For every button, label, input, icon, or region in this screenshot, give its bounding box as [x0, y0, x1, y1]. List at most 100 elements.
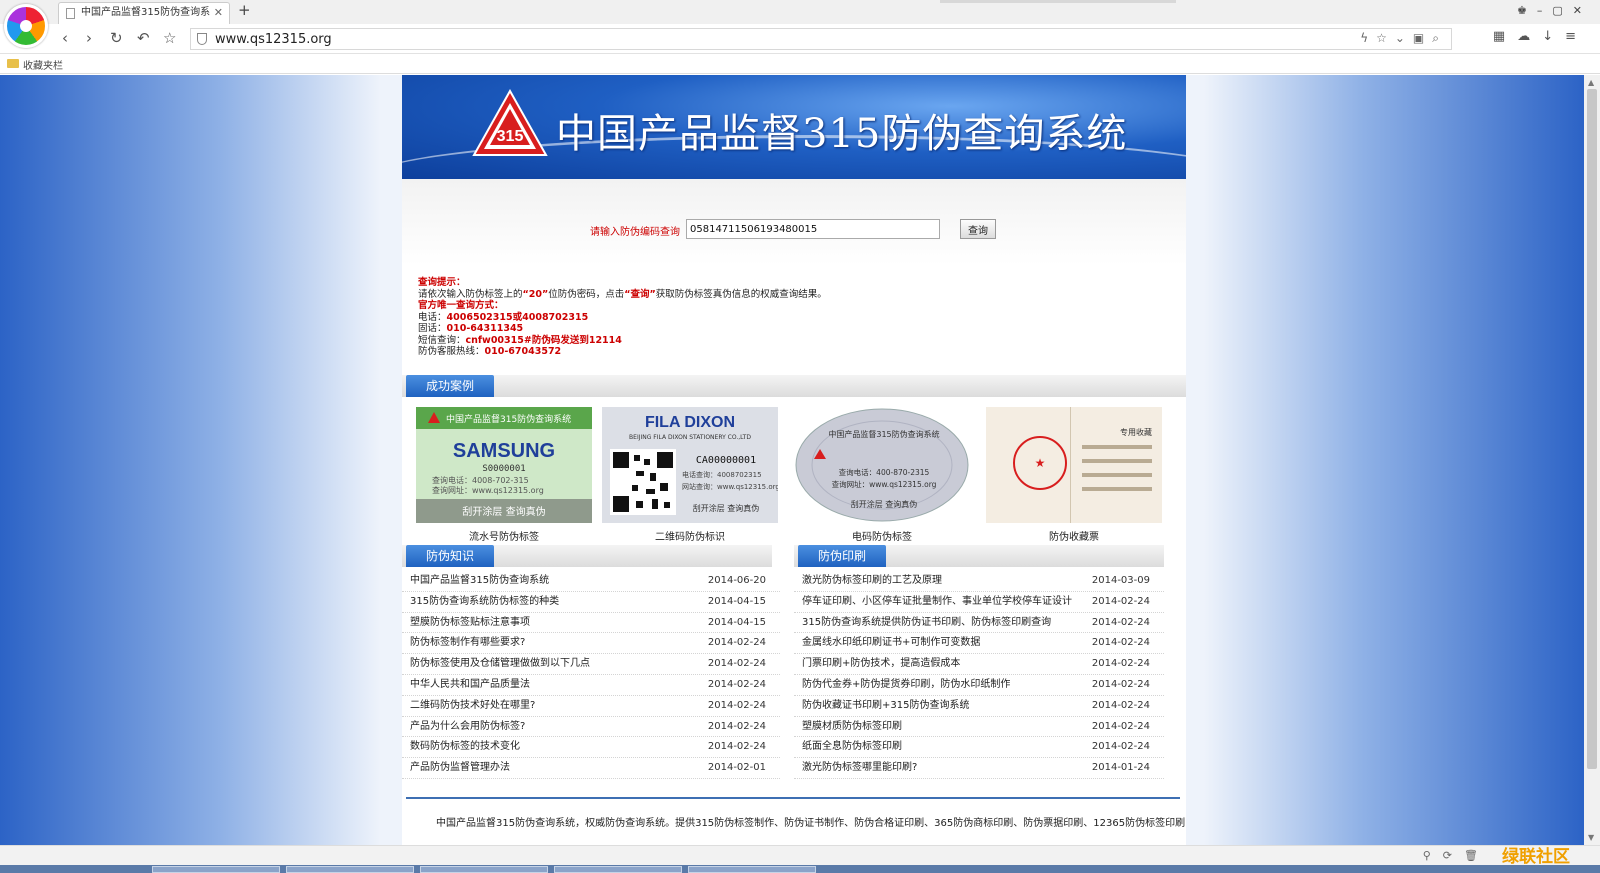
taskbar-button[interactable]: [152, 866, 280, 873]
svg-text:★: ★: [1035, 456, 1046, 470]
official-heading: 官方唯一查询方式：: [418, 300, 504, 311]
tab-anti-counterfeit-knowledge[interactable]: 防伪知识: [406, 545, 494, 567]
list-item[interactable]: 纸面全息防伪标签印刷 2014-02-24: [794, 737, 1164, 759]
case-image-qrcode[interactable]: FILA DIXON BEIJING FILA DIXON STATIONERY…: [602, 407, 778, 523]
tab-anti-counterfeit-printing[interactable]: 防伪印刷: [798, 545, 886, 567]
site-banner: 315 中国产品监督315防伪查询系统: [402, 75, 1186, 179]
case-image-collection[interactable]: ★ 专用收藏: [986, 407, 1162, 523]
svg-text:刮开涂层 查询真伪: 刮开涂层 查询真伪: [462, 505, 545, 518]
os-taskbar: [0, 865, 1600, 873]
list-item[interactable]: 315防伪查询系统提供防伪证书印刷、防伪标签印刷查询 2014-02-24: [794, 613, 1164, 634]
case-image-serial[interactable]: 中国产品监督315防伪查询系统 SAMSUNG S0000001 查询电话：40…: [416, 407, 592, 523]
svg-text:刮开涂层 查询真伪: 刮开涂层 查询真伪: [851, 499, 918, 509]
knowledge-column: 防伪知识 中国产品监督315防伪查询系统 2014-06-20 315防伪查询系统…: [402, 545, 780, 793]
titlebar-highlight: [940, 0, 1176, 3]
address-actions-icons[interactable]: ϟ☆⌄▣⌕: [1360, 31, 1447, 46]
list-item[interactable]: 激光防伪标签哪里能印刷? 2014-01-24: [794, 758, 1164, 779]
fax-line: 固话：010-64311345: [418, 323, 524, 334]
list-item[interactable]: 中华人民共和国产品质量法 2014-02-24: [402, 675, 780, 696]
cases-section-bar: 成功案例: [402, 375, 1186, 397]
shield-icon: [197, 33, 207, 45]
taskbar-button[interactable]: [420, 866, 548, 873]
case-label[interactable]: 电码防伪标签: [794, 528, 970, 543]
status-icons[interactable]: ⚲⟳🗑: [1423, 849, 1490, 862]
search-button[interactable]: 查询: [960, 219, 996, 239]
list-item[interactable]: 塑膜材质防伪标签印刷 2014-02-24: [794, 717, 1164, 738]
svg-text:查询电话：400-870-2315: 查询电话：400-870-2315: [839, 467, 930, 477]
list-item[interactable]: 塑膜防伪标签贴标注意事项 2014-04-15: [402, 613, 780, 634]
list-item[interactable]: 中国产品监督315防伪查询系统 2014-06-20: [402, 571, 780, 592]
knowledge-section-bar: 防伪知识: [402, 545, 772, 567]
svg-text:查询网址：www.qs12315.org: 查询网址：www.qs12315.org: [432, 485, 544, 495]
browser-tab[interactable]: 中国产品监督315防伪查询系 ✕: [58, 2, 230, 24]
list-item[interactable]: 激光防伪标签印刷的工艺及原理 2014-03-09: [794, 571, 1164, 592]
footer-divider: [406, 797, 1180, 799]
back-icon[interactable]: ‹: [62, 29, 68, 47]
list-item[interactable]: 产品为什么会用防伪标签? 2014-02-24: [402, 717, 780, 738]
watermark-text: 绿联社区: [1502, 847, 1570, 867]
list-item[interactable]: 数码防伪标签的技术变化 2014-02-24: [402, 737, 780, 759]
success-cases: 中国产品监督315防伪查询系统 SAMSUNG S0000001 查询电话：40…: [402, 405, 1186, 545]
forward-icon[interactable]: ›: [86, 29, 92, 47]
svg-text:专用收藏: 专用收藏: [1120, 427, 1152, 437]
page-icon: [66, 8, 75, 19]
sms-line: 短信查询：cnfw00315#防伪码发送到12114: [418, 334, 622, 346]
bookmark-bar: 收藏夹栏: [0, 54, 1600, 74]
svg-text:中国产品监督315防伪查询系统: 中国产品监督315防伪查询系统: [828, 429, 939, 439]
taskbar-button[interactable]: [554, 866, 682, 873]
url-text[interactable]: www.qs12315.org: [215, 32, 332, 47]
list-item[interactable]: 门票印刷+防伪技术，提高造假成本 2014-02-24: [794, 654, 1164, 675]
case-serial-label[interactable]: 中国产品监督315防伪查询系统 SAMSUNG S0000001 查询电话：40…: [416, 407, 592, 543]
svg-text:S0000001: S0000001: [482, 464, 525, 474]
svg-text:CA00000001: CA00000001: [696, 455, 756, 466]
list-item[interactable]: 产品防伪监督管理办法 2014-02-01: [402, 758, 780, 779]
printing-section-bar: 防伪印刷: [794, 545, 1164, 567]
site-logo-icon: 315: [472, 89, 548, 156]
list-item[interactable]: 金属线水印纸印刷证书+可制作可变数据 2014-02-24: [794, 633, 1164, 655]
browser-logo-icon[interactable]: [4, 4, 48, 48]
case-qrcode-label[interactable]: FILA DIXON BEIJING FILA DIXON STATIONERY…: [602, 407, 778, 543]
list-item[interactable]: 二维码防伪技术好处在哪里? 2014-02-24: [402, 696, 780, 717]
case-collection-ticket[interactable]: ★ 专用收藏 防伪收藏票: [986, 407, 1162, 543]
code-search-input[interactable]: [686, 219, 940, 239]
window-controls[interactable]: ♚–▢✕: [1517, 4, 1592, 17]
svg-text:中国产品监督315防伪查询系统: 中国产品监督315防伪查询系统: [446, 413, 571, 425]
svg-text:查询电话：4008-702-315: 查询电话：4008-702-315: [432, 475, 529, 485]
svg-text:刮开涂层 查询真伪: 刮开涂层 查询真伪: [693, 503, 760, 513]
undo-icon[interactable]: ↶: [137, 29, 150, 47]
site-logo-text: 315: [497, 128, 524, 145]
printing-column: 防伪印刷 激光防伪标签印刷的工艺及原理 2014-03-09 停车证印刷、小区停车…: [794, 545, 1172, 793]
scroll-down-icon[interactable]: ▼: [1588, 833, 1594, 842]
case-label[interactable]: 二维码防伪标识: [602, 528, 778, 543]
svg-text:FILA DIXON: FILA DIXON: [645, 414, 735, 431]
scroll-up-icon[interactable]: ▲: [1588, 78, 1594, 87]
case-label[interactable]: 防伪收藏票: [986, 528, 1162, 543]
address-bar[interactable]: www.qs12315.org ϟ☆⌄▣⌕: [190, 28, 1452, 50]
list-item[interactable]: 防伪代金券+防伪提货券印刷，防伪水印纸制作 2014-02-24: [794, 675, 1164, 696]
list-item[interactable]: 防伪收藏证书印刷+315防伪查询系统 2014-02-24: [794, 696, 1164, 717]
tab-success-cases[interactable]: 成功案例: [406, 375, 494, 397]
close-icon[interactable]: ✕: [214, 3, 223, 23]
scroll-thumb[interactable]: [1587, 89, 1597, 769]
bookmark-folder[interactable]: 收藏夹栏: [23, 57, 63, 72]
star-icon[interactable]: ☆: [163, 29, 176, 47]
case-telcode-label[interactable]: 中国产品监督315防伪查询系统 查询电话：400-870-2315 查询网址：w…: [794, 407, 970, 543]
taskbar-button[interactable]: [286, 866, 414, 873]
tips-instruction: 请依次输入防伪标签上的“20”位防伪密码，点击“查询”获取防伪标签真伪信息的权威…: [418, 288, 827, 300]
case-image-telcode[interactable]: 中国产品监督315防伪查询系统 查询电话：400-870-2315 查询网址：w…: [794, 407, 970, 523]
page-container: 315 中国产品监督315防伪查询系统 请输入防伪编码查询 查询 查询提示： 请…: [402, 75, 1186, 845]
taskbar-button[interactable]: [688, 866, 816, 873]
tab-title: 中国产品监督315防伪查询系: [81, 7, 211, 18]
svg-text:电话查询：4008702315: 电话查询：4008702315: [682, 470, 762, 479]
toolbar-extension-icons[interactable]: ▦☁↓≡: [1493, 29, 1588, 44]
svg-text:查询网址：www.qs12315.org: 查询网址：www.qs12315.org: [832, 479, 937, 489]
list-item[interactable]: 防伪标签制作有哪些要求? 2014-02-24: [402, 633, 780, 655]
new-tab-icon[interactable]: +: [238, 1, 251, 19]
list-item[interactable]: 防伪标签使用及仓储管理做做到以下几点 2014-02-24: [402, 654, 780, 675]
list-item[interactable]: 停车证印刷、小区停车证批量制作、事业单位学校停车证设计 2014-02-24: [794, 592, 1164, 613]
case-label[interactable]: 流水号防伪标签: [416, 528, 592, 543]
list-item[interactable]: 315防伪查询系统防伪标签的种类 2014-04-15: [402, 592, 780, 613]
reload-icon[interactable]: ↻: [110, 29, 123, 47]
vertical-scrollbar[interactable]: ▲ ▼: [1584, 75, 1600, 845]
svg-text:SAMSUNG: SAMSUNG: [453, 440, 555, 462]
